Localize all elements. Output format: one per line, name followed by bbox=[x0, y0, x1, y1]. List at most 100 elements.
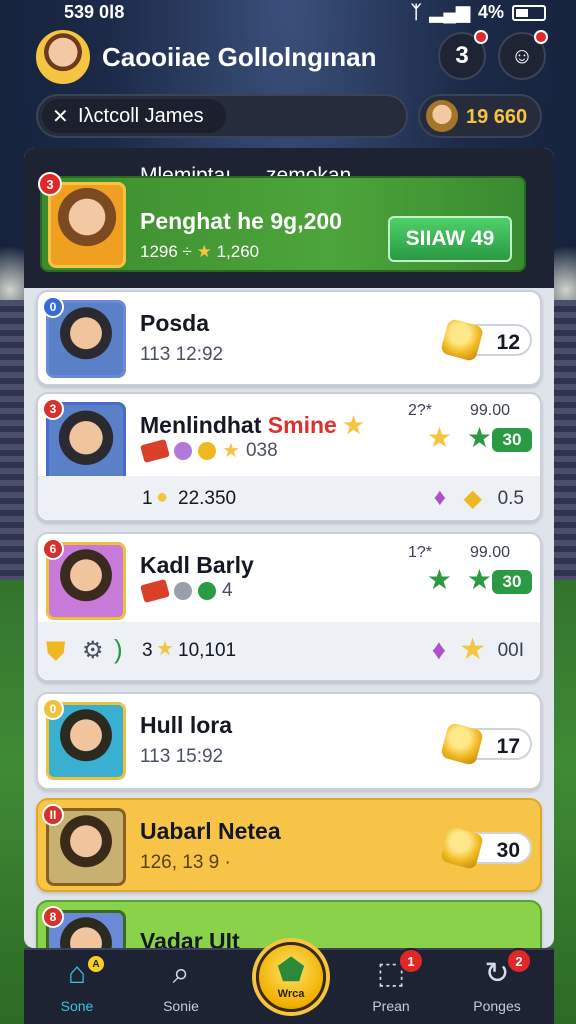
profile-avatar[interactable] bbox=[36, 30, 90, 84]
notification-count: 3 bbox=[455, 42, 469, 69]
user-icon: ☺ bbox=[510, 43, 534, 68]
player-items: ★ 038 bbox=[140, 438, 278, 463]
stat-pill: 30 bbox=[492, 428, 532, 452]
featured-line2-left: 1296 ÷ bbox=[140, 242, 192, 261]
friends-button[interactable]: ☺ bbox=[498, 30, 548, 80]
notifications-button[interactable]: 3 bbox=[438, 30, 488, 80]
featured-action-button[interactable]: SIIAW 49 bbox=[388, 216, 512, 262]
player-name: Menlindhat Smine ★ bbox=[140, 412, 364, 439]
player-name: Hull lora bbox=[140, 712, 233, 738]
star-icon: ★ bbox=[426, 422, 452, 453]
green-orb-icon bbox=[198, 582, 216, 600]
coin-icon bbox=[198, 441, 216, 460]
rank-badge: 8 bbox=[42, 906, 64, 928]
battery-icon bbox=[512, 4, 546, 21]
list-item-highlighted[interactable]: II Uabarl Netea 126, 13 9 · 30 bbox=[36, 798, 542, 892]
close-icon[interactable]: ✕ bbox=[52, 104, 69, 129]
list-item[interactable]: 8 Vadar UIt bbox=[36, 900, 542, 948]
featured-rank-badge: 3 bbox=[38, 172, 62, 196]
orb-icon bbox=[174, 441, 192, 460]
featured-avatar bbox=[48, 182, 126, 268]
coin-icon bbox=[439, 721, 485, 767]
rank-badge: 6 bbox=[42, 538, 64, 560]
player-sub: 038 bbox=[245, 439, 278, 461]
coin-icon: ● bbox=[156, 486, 169, 508]
player-name: Kadl Barly bbox=[140, 552, 254, 578]
featured-section: Mlemiptaı zemokan 3 Penghat he 9g,200 12… bbox=[24, 148, 554, 288]
player-name-text: Menlindhat bbox=[140, 412, 262, 438]
friends-dot bbox=[534, 30, 548, 44]
green-star-icon: ★ bbox=[466, 422, 492, 453]
bottom-nav: ⌂ Sone A ⌕ Sonie ⬟ Wrca ⬚ Prean 1 ↻ Pong… bbox=[24, 942, 554, 1024]
lower-stat-mid: 22.350 bbox=[178, 488, 237, 509]
rank-badge: 0 bbox=[42, 698, 64, 720]
center-action-button[interactable]: ⬟ Wrca bbox=[256, 942, 326, 1012]
nav-home[interactable]: ⌂ Sone bbox=[32, 956, 122, 1014]
status-icons: ᛉ ▂▄▆ 4% bbox=[411, 2, 546, 23]
rank-badge: 0 bbox=[42, 296, 64, 318]
player-name: Posda bbox=[140, 310, 210, 336]
featured-card[interactable]: 3 Penghat he 9g,200 1296 ÷ ★ 1,260 SIIAW… bbox=[38, 172, 526, 272]
battery-percent: 4% bbox=[477, 2, 504, 22]
lower-stat-right: 0.5 bbox=[497, 488, 524, 509]
status-time: 539 0Ⅰ8 bbox=[64, 2, 125, 22]
coin-value: 19 660 bbox=[466, 106, 528, 128]
stat-label-right: 99.00 bbox=[469, 544, 510, 561]
stat-label-left: 2?* bbox=[407, 402, 432, 419]
card-lower: 1 ● 22.350 ♦ ◆ 0.5 bbox=[38, 476, 540, 520]
heart-gem-icon: ♦ bbox=[433, 484, 446, 511]
notification-dot bbox=[474, 30, 488, 44]
nav-box-label: Prean bbox=[372, 998, 410, 1014]
signal-icon: ▂▄▆ bbox=[429, 2, 470, 22]
player-sub: 4 bbox=[222, 580, 233, 601]
player-sub: 113 15:92 bbox=[140, 746, 224, 767]
star-icon: ★ bbox=[222, 440, 240, 462]
user-name-bar[interactable]: ✕ Ιλctcoll James bbox=[36, 94, 408, 138]
stat-label-right: 99.00 bbox=[469, 402, 510, 419]
app-title: Caooiiae Gollolngınan bbox=[102, 42, 377, 72]
player-sub: 113 12:92 bbox=[140, 344, 224, 365]
wifi-icon: ᛉ bbox=[410, 2, 422, 22]
score-pill: 12 bbox=[439, 317, 532, 363]
score-value: 30 bbox=[496, 839, 520, 862]
ruby-icon bbox=[140, 438, 170, 463]
featured-line1: Penghat he 9g,200 bbox=[140, 208, 342, 234]
lower-stat-right: 00I bbox=[497, 640, 524, 661]
list-item[interactable]: 0 Posda 113 12:92 12 bbox=[36, 290, 542, 386]
score-pill: 17 bbox=[439, 721, 532, 767]
coin-avatar-icon bbox=[426, 100, 458, 132]
star-icon: ★ bbox=[343, 412, 364, 438]
lower-stat-value: 10,101 bbox=[178, 640, 237, 661]
progress-badge: 2 bbox=[506, 948, 532, 974]
coin-icon bbox=[439, 317, 485, 363]
leaf-icon: ) bbox=[114, 634, 123, 664]
list-item[interactable]: 0 Hull lora 113 15:92 17 bbox=[36, 692, 542, 790]
nav-home-label: Sone bbox=[60, 998, 94, 1014]
stat-pill: 30 bbox=[492, 570, 532, 594]
coin-balance[interactable]: 19 660 bbox=[418, 94, 542, 138]
shield-icon: ⛊ bbox=[46, 636, 66, 666]
list-item[interactable]: 3 898 Menlindhat Smine ★ ★ 038 2?* 99.00… bbox=[36, 392, 542, 522]
player-name: Uabarl Netea bbox=[140, 818, 281, 844]
rank-badge: II bbox=[42, 804, 64, 826]
home-badge: A bbox=[86, 954, 106, 974]
nav-search[interactable]: ⌕ Sonie bbox=[136, 956, 226, 1014]
app-header: Caooiiae Gollolngınan 3 ☺ bbox=[36, 30, 548, 90]
player-sub: 126, 13 9 · bbox=[140, 852, 231, 873]
heart-gem-icon: ♦ bbox=[431, 634, 446, 665]
green-star-icon: ★ bbox=[426, 564, 452, 595]
featured-line2-right: 1,260 bbox=[216, 242, 260, 261]
star-icon: ★ bbox=[196, 242, 212, 261]
shield-arrow-icon: ⬟ bbox=[277, 954, 305, 987]
lower-stat-left: 1 bbox=[142, 488, 153, 509]
score-value: 17 bbox=[496, 735, 520, 758]
nav-progress-label: Ponges bbox=[473, 998, 521, 1014]
list-item[interactable]: 6 Kadl Barly 4 1?* 99.00 ★ ★ 30 ⛊ ⚙ ) 3 … bbox=[36, 532, 542, 682]
player-items: 4 bbox=[140, 578, 233, 604]
player-tag: Smine bbox=[267, 412, 337, 438]
green-star-icon: ★ bbox=[466, 564, 492, 595]
star-icon: ★ bbox=[459, 633, 486, 666]
player-name: Vadar UIt bbox=[140, 928, 240, 948]
card-lower: ⛊ ⚙ ) 3 ★ 10,101 ♦ ★ 00I bbox=[38, 622, 540, 680]
rank-badge: 3 bbox=[42, 398, 64, 420]
